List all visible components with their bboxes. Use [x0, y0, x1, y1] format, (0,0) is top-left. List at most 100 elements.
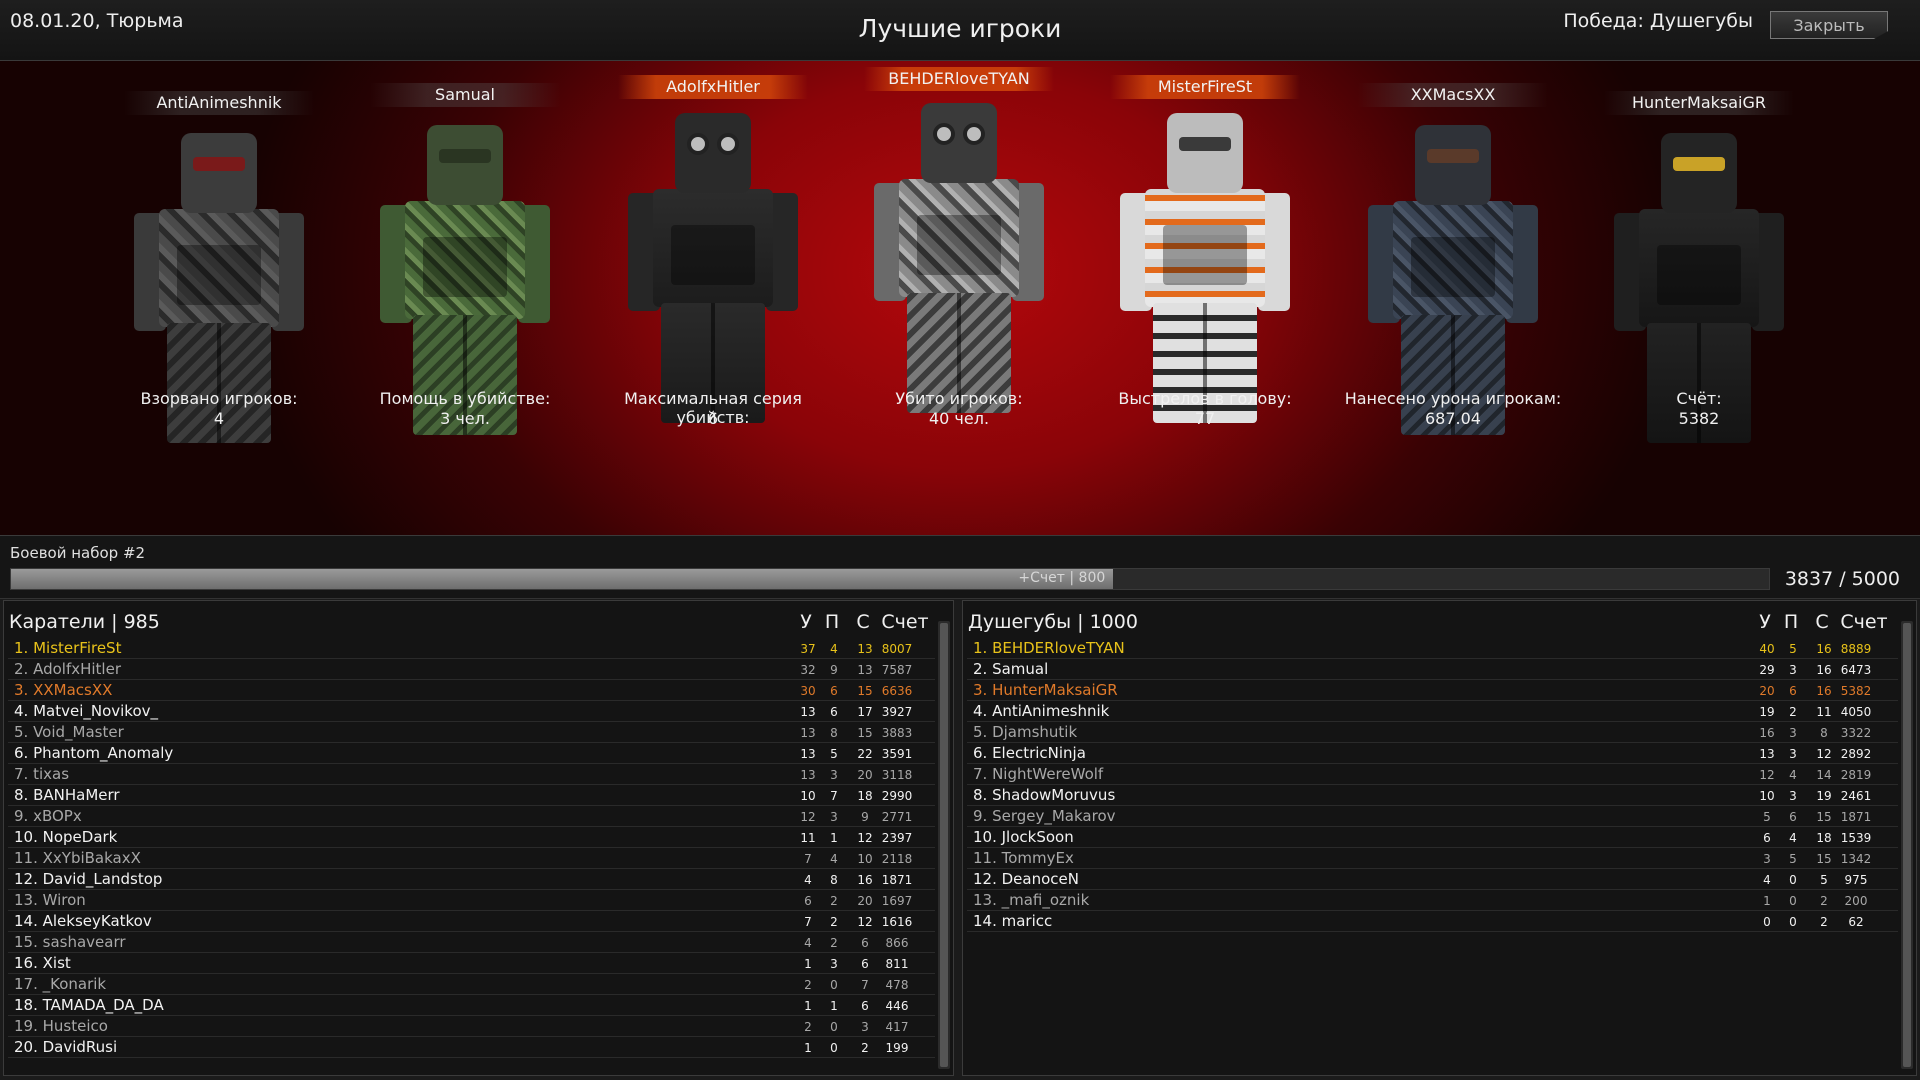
player-row[interactable]: 3. HunterMaksaiGR 20 6 16 5382 [967, 680, 1898, 701]
player-row[interactable]: 15. sashavearr 4 2 6 866 [8, 932, 935, 953]
player-name: 8. ShadowMoruvus [973, 786, 1116, 804]
player-row[interactable]: 5. Void_Master 13 8 15 3883 [8, 722, 935, 743]
player-row[interactable]: 4. Matvei_Novikov_ 13 6 17 3927 [8, 701, 935, 722]
player-row[interactable]: 13. _mafi_oznik 1 0 2 200 [967, 890, 1898, 911]
player-name: 9. xBOPx [14, 807, 82, 825]
player-name: 8. BANHaMerr [14, 786, 120, 804]
top-player-card: AntiAnimeshnik Взорвано игроков: 4 [96, 61, 342, 535]
player-assists: 1 [830, 999, 838, 1013]
player-kills: 4 [804, 936, 812, 950]
player-row[interactable]: 2. AdolfxHitler 32 9 13 7587 [8, 659, 935, 680]
player-row[interactable]: 8. ShadowMoruvus 10 3 19 2461 [967, 785, 1898, 806]
column-deaths: С [856, 611, 870, 633]
top-player-name: AdolfxHitler [618, 75, 808, 99]
close-button[interactable]: Закрыть [1770, 11, 1888, 39]
avatar-vest [1411, 237, 1495, 297]
player-kills: 7 [804, 915, 812, 929]
player-row[interactable]: 1. MisterFireSt 37 4 13 8007 [8, 638, 935, 659]
player-row[interactable]: 2. Samual 29 3 16 6473 [967, 659, 1898, 680]
player-assists: 3 [1789, 747, 1797, 761]
player-name: 3. HunterMaksaiGR [973, 681, 1118, 699]
player-row[interactable]: 10. JlockSoon 6 4 18 1539 [967, 827, 1898, 848]
player-kills: 4 [804, 873, 812, 887]
scrollbar[interactable] [1901, 621, 1913, 1069]
player-assists: 3 [1789, 726, 1797, 740]
player-row[interactable]: 11. XxYbiBakaxX 7 4 10 2118 [8, 848, 935, 869]
player-name: 9. Sergey_Makarov [973, 807, 1116, 825]
player-row[interactable]: 19. Husteico 2 0 3 417 [8, 1016, 935, 1037]
player-row[interactable]: 14. AlekseyKatkov 7 2 12 1616 [8, 911, 935, 932]
top-player-stat-label: Помощь в убийстве: [379, 389, 551, 408]
avatar-visor [1427, 149, 1479, 163]
player-name: 5. Void_Master [14, 723, 124, 741]
scrollbar-thumb[interactable] [1903, 623, 1911, 1067]
avatar-vest [917, 215, 1001, 275]
player-row[interactable]: 14. maricc 0 0 2 62 [967, 911, 1898, 932]
player-kills: 4 [1763, 873, 1771, 887]
player-row[interactable]: 7. NightWereWolf 12 4 14 2819 [967, 764, 1898, 785]
player-row[interactable]: 10. NopeDark 11 1 12 2397 [8, 827, 935, 848]
scrollbar[interactable] [938, 621, 950, 1069]
avatar-eye [687, 133, 709, 155]
player-kills: 29 [1759, 663, 1775, 677]
player-kills: 1 [804, 957, 812, 971]
player-assists: 5 [1789, 642, 1797, 656]
player-row[interactable]: 16. Xist 1 3 6 811 [8, 953, 935, 974]
column-score: Счет [881, 611, 929, 633]
player-score: 2118 [881, 852, 913, 866]
player-score: 1539 [1840, 831, 1872, 845]
player-row[interactable]: 18. TAMADA_DA_DA 1 1 6 446 [8, 995, 935, 1016]
avatar-visor [193, 157, 245, 171]
player-score: 1697 [881, 894, 913, 908]
player-row[interactable]: 7. tixas 13 3 20 3118 [8, 764, 935, 785]
player-row[interactable]: 11. TommyEx 3 5 15 1342 [967, 848, 1898, 869]
player-row[interactable]: 5. Djamshutik 16 3 8 3322 [967, 722, 1898, 743]
player-kills: 37 [800, 642, 816, 656]
player-name: 2. Samual [973, 660, 1049, 678]
player-row[interactable]: 17. _Konarik 2 0 7 478 [8, 974, 935, 995]
player-name: 14. AlekseyKatkov [14, 912, 152, 930]
player-row[interactable]: 13. Wiron 6 2 20 1697 [8, 890, 935, 911]
player-row[interactable]: 9. xBOPx 12 3 9 2771 [8, 806, 935, 827]
player-score: 3118 [881, 768, 913, 782]
player-row[interactable]: 4. AntiAnimeshnik 19 2 11 4050 [967, 701, 1898, 722]
top-player-card: XXMacsXX Нанесено урона игрокам: 687.04 [1330, 61, 1576, 535]
player-row[interactable]: 12. David_Landstop 4 8 16 1871 [8, 869, 935, 890]
player-name: 20. DavidRusi [14, 1038, 118, 1056]
column-score: Счет [1840, 611, 1888, 633]
player-kills: 20 [1759, 684, 1775, 698]
player-name: 6. Phantom_Anomaly [14, 744, 174, 762]
player-list: 1. BEHDERloveTYAN 40 5 16 8889 2. Samual 29 3 16… [967, 638, 1898, 932]
player-assists: 3 [1789, 663, 1797, 677]
avatar-head [181, 133, 257, 213]
top-player-card: BEHDERloveTYAN Убито игроков: 40 чел. [836, 61, 1082, 535]
player-row[interactable]: 12. DeanoceN 4 0 5 975 [967, 869, 1898, 890]
player-row[interactable]: 6. Phantom_Anomaly 13 5 22 3591 [8, 743, 935, 764]
player-row[interactable]: 1. BEHDERloveTYAN 40 5 16 8889 [967, 638, 1898, 659]
player-score: 811 [885, 957, 909, 971]
player-score: 866 [885, 936, 909, 950]
player-score: 3591 [881, 747, 913, 761]
player-row[interactable]: 20. DavidRusi 1 0 2 199 [8, 1037, 935, 1058]
avatar-body [159, 209, 279, 327]
avatar-vest [1657, 245, 1741, 305]
player-kills: 40 [1759, 642, 1775, 656]
player-kills: 6 [804, 894, 812, 908]
player-row[interactable]: 8. BANHaMerr 10 7 18 2990 [8, 785, 935, 806]
player-score: 2771 [881, 810, 913, 824]
avatar-vest [1163, 225, 1247, 285]
player-score: 478 [885, 978, 909, 992]
player-avatar [874, 103, 1044, 423]
top-player-stat-label: Взорвано игроков: [140, 389, 298, 408]
player-row[interactable]: 3. XXMacsXX 30 6 15 6636 [8, 680, 935, 701]
victory-label: Победа: Душегубы [1563, 10, 1753, 32]
top-player-name: MisterFireSt [1110, 75, 1300, 99]
player-row[interactable]: 6. ElectricNinja 13 3 12 2892 [967, 743, 1898, 764]
player-score: 62 [1848, 915, 1864, 929]
player-row[interactable]: 9. Sergey_Makarov 5 6 15 1871 [967, 806, 1898, 827]
player-name: 10. JlockSoon [973, 828, 1074, 846]
player-assists: 0 [830, 1020, 838, 1034]
scrollbar-thumb[interactable] [940, 623, 948, 1067]
player-kills: 13 [800, 726, 816, 740]
player-score: 1616 [881, 915, 913, 929]
